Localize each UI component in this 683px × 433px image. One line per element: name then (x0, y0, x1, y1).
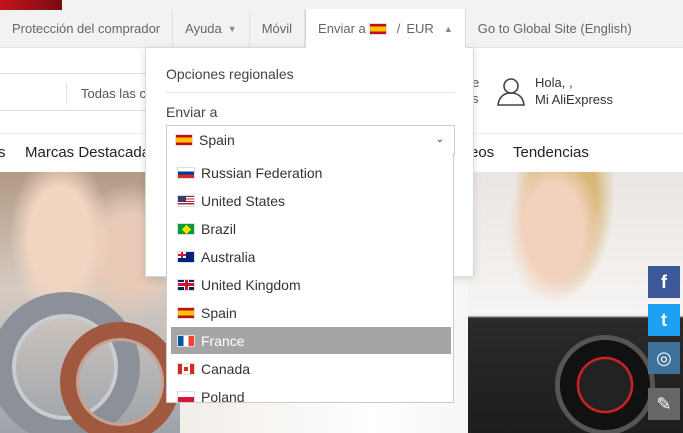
ship-to-menu[interactable]: Enviar a / EUR ▲ (305, 9, 466, 48)
uk-flag-icon (177, 278, 195, 291)
country-option-spain[interactable]: Spain (171, 299, 451, 326)
account-menu[interactable]: Hola, , Mi AliExpress (496, 74, 613, 108)
usa-flag-icon (177, 194, 195, 207)
country-option-australia[interactable]: Australia (171, 243, 451, 270)
banner-watch-image (560, 340, 650, 430)
chevron-down-icon: ▼ (227, 23, 237, 34)
instagram-icon: ◎ (656, 347, 672, 368)
ship-to-country-select[interactable]: Spain ⌄ (166, 125, 455, 155)
country-option-united-kingdom[interactable]: United Kingdom (171, 271, 451, 298)
selected-country-label: Spain (199, 132, 235, 148)
brazil-flag-icon (177, 222, 195, 235)
twitter-share-button[interactable]: t (648, 304, 680, 336)
pencil-icon: ✎ (656, 393, 672, 414)
nav-item-trends[interactable]: Tendencias (513, 144, 589, 161)
australia-flag-icon (177, 250, 195, 263)
chevron-up-icon: ▲ (443, 23, 453, 34)
utility-bar: Protección del comprador Ayuda ▼ Móvil En… (0, 9, 683, 48)
ship-to-label: Enviar a (166, 104, 218, 120)
spain-flag-icon (177, 306, 195, 319)
country-option-canada[interactable]: Canada (171, 355, 451, 382)
chevron-down-icon: ⌄ (435, 134, 444, 145)
search-category-select[interactable]: Todas las c (66, 83, 146, 105)
banner-ring-rose (60, 322, 180, 433)
global-site-link[interactable]: Go to Global Site (English) (466, 10, 644, 48)
nav-item-fragment[interactable]: s (0, 144, 6, 161)
my-aliexpress-link[interactable]: Mi AliExpress (535, 91, 613, 108)
mobile-link[interactable]: Móvil (250, 9, 306, 48)
country-option-russian-federation[interactable]: Russian Federation (171, 159, 451, 186)
account-greeting: Hola, , (535, 75, 573, 90)
russia-flag-icon (177, 166, 195, 179)
currency-label: EUR (406, 21, 434, 36)
help-menu[interactable]: Ayuda ▼ (173, 9, 250, 48)
country-option-brazil[interactable]: Brazil (171, 215, 451, 242)
user-icon (497, 78, 525, 106)
spain-flag-icon (175, 134, 193, 146)
feedback-edit-button[interactable]: ✎ (648, 388, 680, 420)
country-option-united-states[interactable]: United States (171, 187, 451, 214)
poland-flag-icon (177, 390, 195, 402)
instagram-share-button[interactable]: ◎ (648, 342, 680, 374)
regional-options-title: Opciones regionales (166, 66, 294, 82)
country-option-france[interactable]: France (171, 327, 451, 354)
france-flag-icon (177, 334, 195, 347)
country-options-list[interactable]: Russian Federation United States Brazil … (166, 153, 454, 403)
spain-flag-icon (368, 22, 387, 35)
canada-flag-icon (177, 362, 195, 375)
twitter-icon: t (661, 309, 667, 330)
country-option-poland[interactable]: Poland (171, 383, 451, 402)
divider (166, 92, 455, 93)
nav-item-featured-brands[interactable]: Marcas Destacadas (25, 144, 158, 161)
facebook-share-button[interactable]: f (648, 266, 680, 298)
facebook-icon: f (661, 271, 667, 292)
buyer-protection-link[interactable]: Protección del comprador (0, 9, 174, 48)
